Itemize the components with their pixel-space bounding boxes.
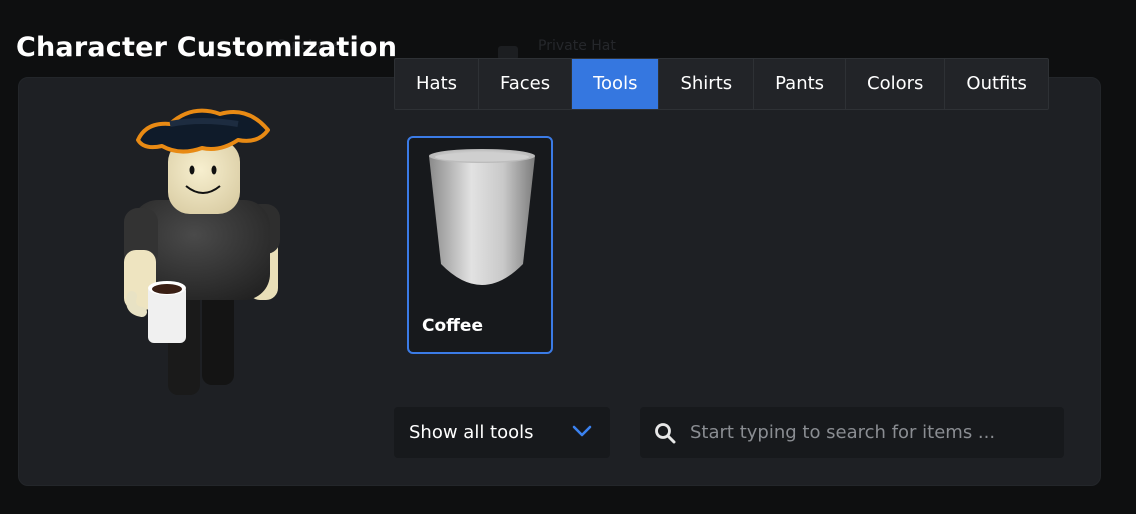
tab-outfits[interactable]: Outfits [945,59,1047,109]
tab-pants[interactable]: Pants [754,59,847,109]
filter-dropdown[interactable]: Show all tools [394,407,610,458]
filter-dropdown-value: Show all tools [409,422,534,443]
search-icon [655,423,676,444]
tab-faces[interactable]: Faces [479,59,573,109]
avatar-preview[interactable] [110,100,290,410]
category-tabs: Hats Faces Tools Shirts Pants Colors Outfits [394,58,1049,110]
search-input[interactable] [690,407,1050,458]
tab-shirts[interactable]: Shirts [659,59,755,109]
chevron-down-icon [572,425,592,437]
ghost-label-right: Private Hat [538,38,616,54]
tab-hats[interactable]: Hats [395,59,480,109]
character-customization-page: Purchase Private Hat Character Customiza… [0,0,1136,514]
tab-colors[interactable]: Colors [846,59,946,109]
page-title: Character Customization [16,32,398,63]
item-card-coffee[interactable]: Coffee [407,136,553,354]
tab-tools[interactable]: Tools [572,59,660,109]
item-name: Coffee [422,316,483,336]
coffee-cup-icon [429,149,535,285]
search-box [640,407,1064,458]
